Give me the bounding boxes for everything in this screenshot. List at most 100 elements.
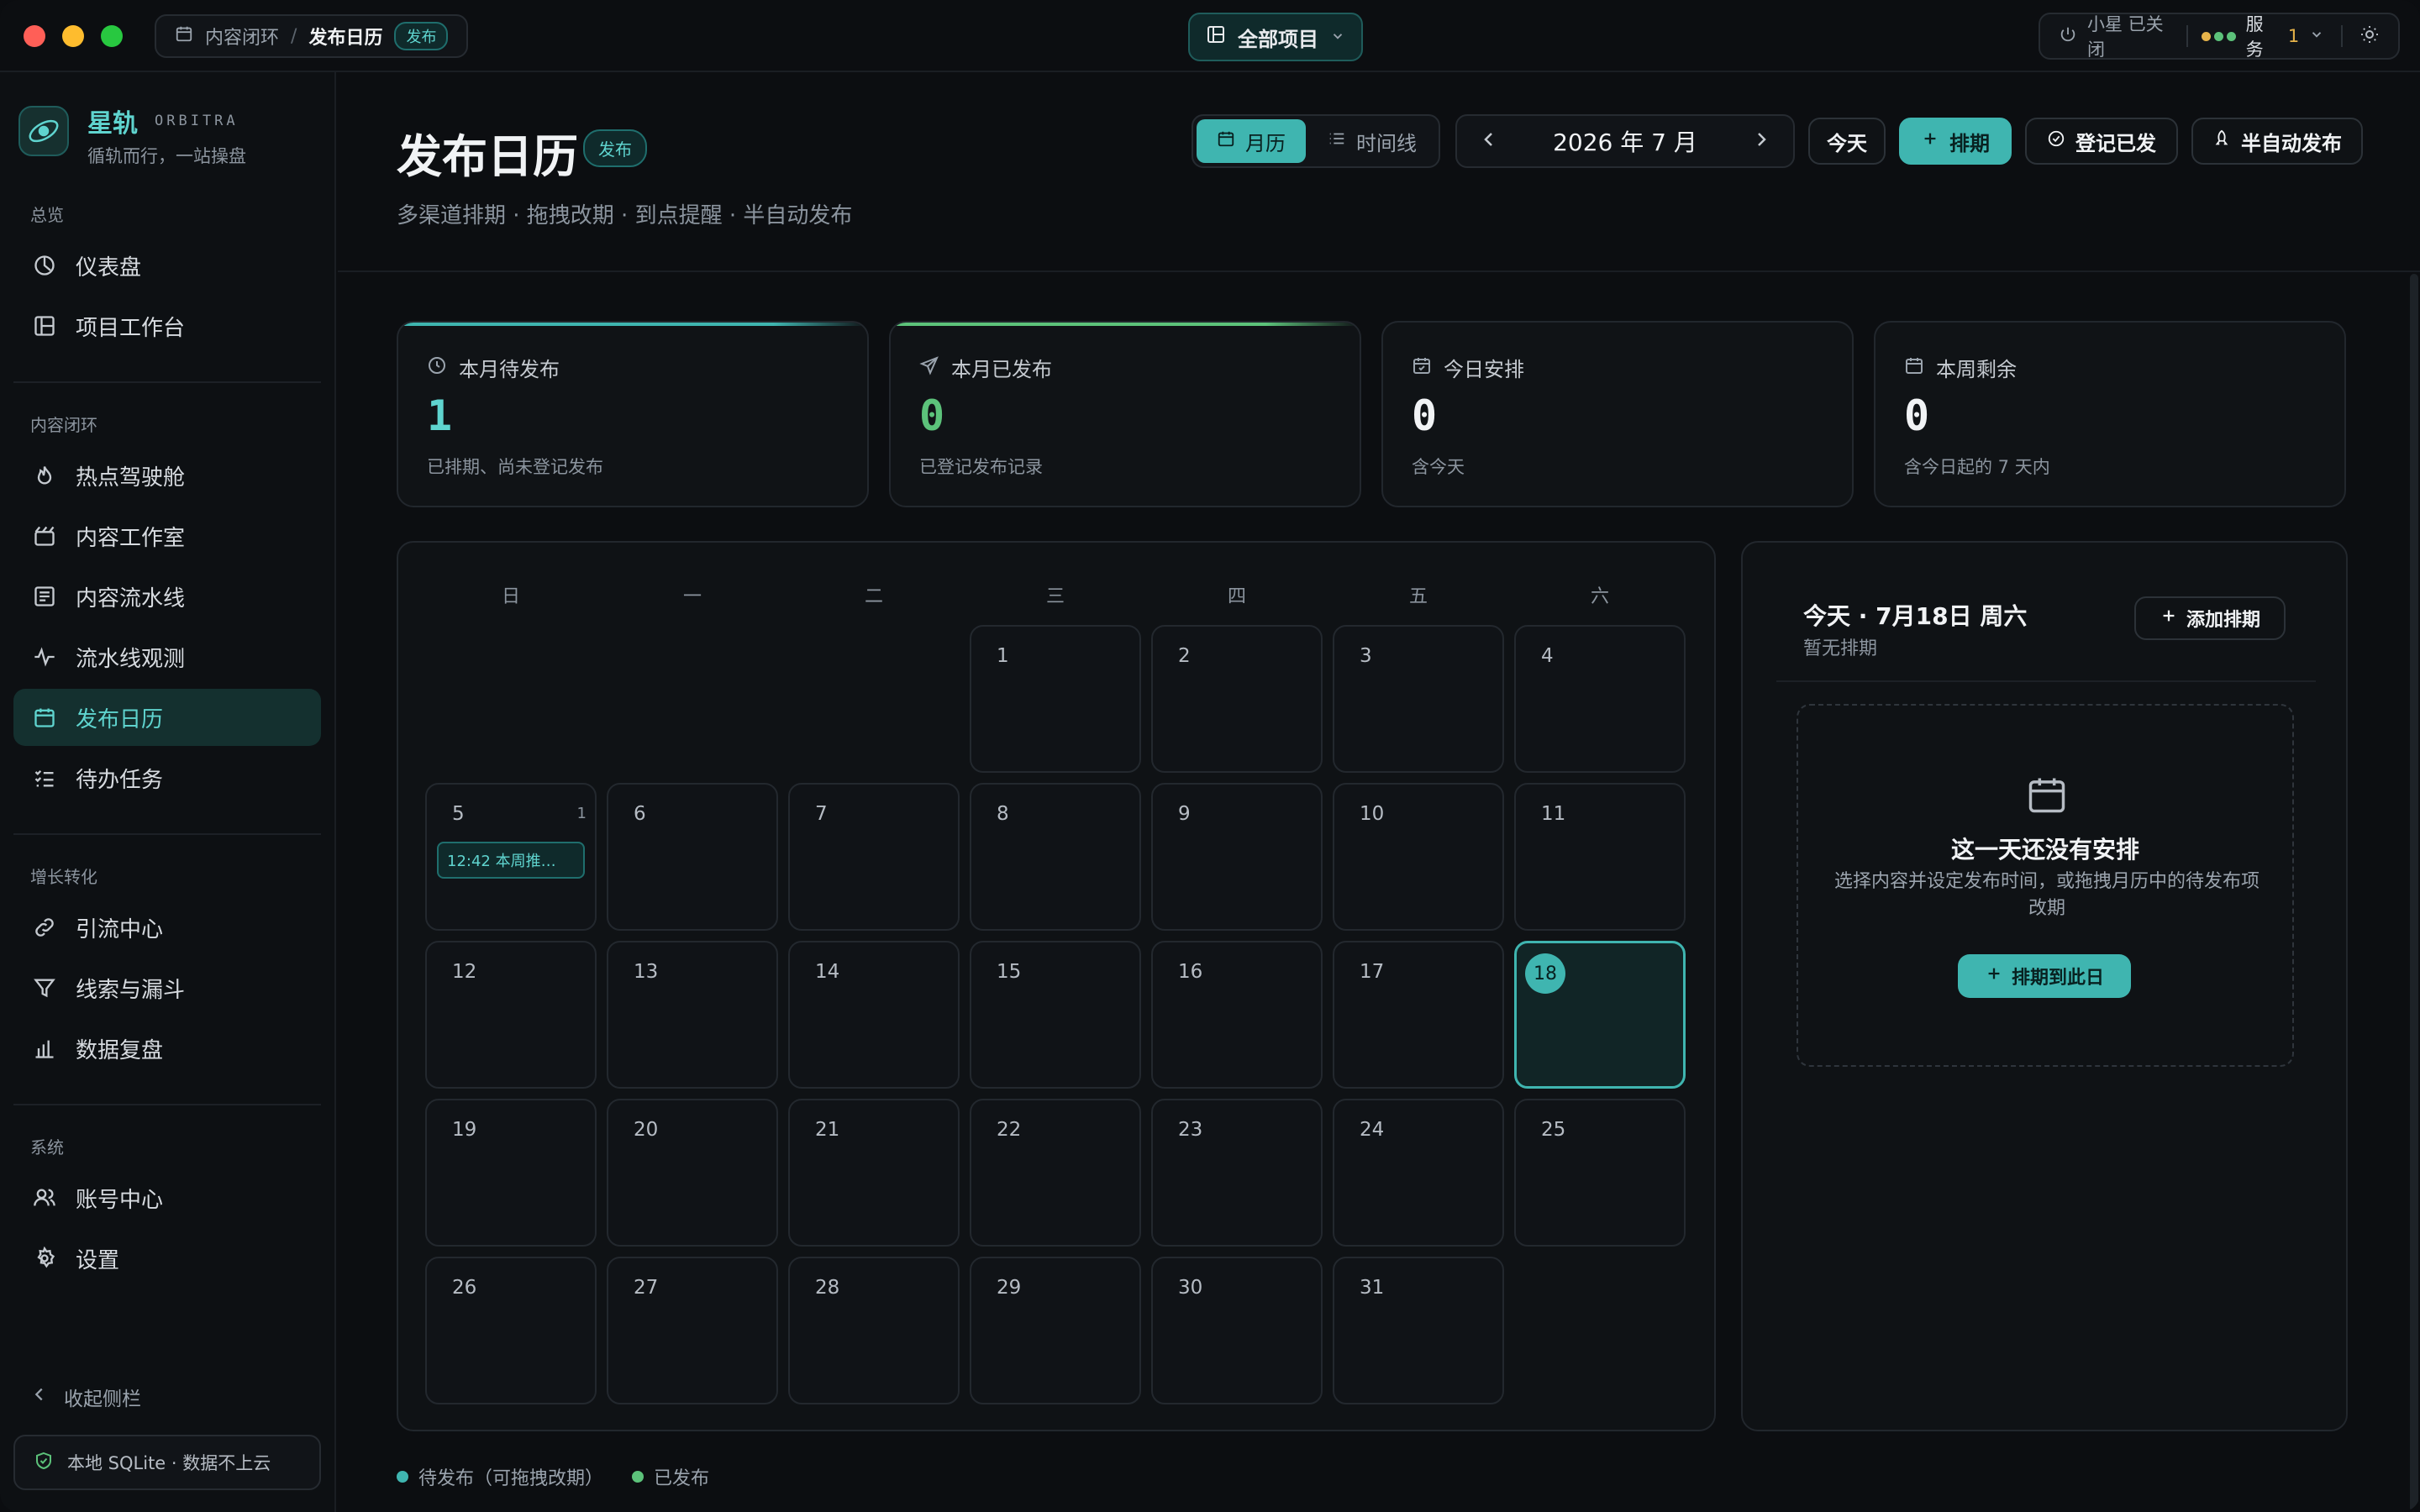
schedule-button[interactable]: 排期 [1899, 118, 2012, 165]
legend-item-pending: 待发布（可拖拽改期） [397, 1463, 603, 1490]
sidebar-item-label: 内容工作室 [76, 525, 186, 551]
calendar-day[interactable]: 22 [970, 1099, 1141, 1247]
sidebar-item-traffic[interactable]: 引流中心 [13, 899, 321, 956]
calendar-day[interactable]: 30 [1151, 1257, 1323, 1404]
sidebar-item-settings[interactable]: 设置 [13, 1230, 321, 1287]
tab-month-view[interactable]: 月历 [1197, 119, 1306, 163]
status-bar: 小星 已关闭 服务 1 [2039, 13, 2400, 60]
calendar-day[interactable]: 20 [607, 1099, 778, 1247]
calendar-day[interactable]: 13 [607, 941, 778, 1089]
sidebar-item-hotspot[interactable]: 热点驾驶舱 [13, 447, 321, 504]
calendar-day[interactable]: 28 [788, 1257, 960, 1404]
month-calendar: 日一二三四五六 1 2 3 4 5 1 12:42 本周推… 6 7 8 9 10 11 12 13 14 15 1… [397, 541, 1716, 1431]
service-label[interactable]: 服务 [2246, 11, 2278, 61]
shield-check-icon [34, 1451, 54, 1475]
calendar-day[interactable]: 25 [1514, 1099, 1686, 1247]
local-storage-note: 本地 SQLite · 数据不上云 [67, 1453, 271, 1473]
workspace-icon [32, 313, 57, 339]
chevron-down-icon[interactable] [2309, 26, 2324, 46]
calendar-day[interactable]: 11 [1514, 783, 1686, 931]
day-number: 25 [1541, 1119, 1566, 1141]
brand-name-en: ORBITRA [155, 113, 239, 129]
calendar-day[interactable]: 31 [1333, 1257, 1504, 1404]
calendar-day[interactable]: 5 1 12:42 本周推… [425, 783, 597, 931]
sidebar-item-studio[interactable]: 内容工作室 [13, 507, 321, 564]
current-month-label: 2026 年 7 月 [1553, 129, 1697, 156]
calendar-day[interactable]: 26 [425, 1257, 597, 1404]
day-number: 15 [997, 961, 1022, 983]
breadcrumb-parent[interactable]: 内容闭环 [205, 23, 279, 50]
stat-label: 本月已发布 [951, 358, 1052, 381]
sidebar-item-label: 数据复盘 [76, 1037, 164, 1063]
list-icon [1328, 129, 1346, 153]
chevron-left-icon[interactable] [1479, 128, 1499, 155]
sun-icon[interactable] [2360, 24, 2380, 49]
calendar-day[interactable]: 23 [1151, 1099, 1323, 1247]
sidebar-item-observe[interactable]: 流水线观测 [13, 628, 321, 685]
calendar-day[interactable]: 7 [788, 783, 960, 931]
calendar-day[interactable]: 6 [607, 783, 778, 931]
calendar-day[interactable]: 10 [1333, 783, 1504, 931]
schedule-to-day-button[interactable]: 排期到此日 [1958, 954, 2131, 998]
day-event-count: 1 [576, 805, 587, 822]
calendar-day-today[interactable]: 18 [1514, 941, 1686, 1089]
calendar-day[interactable]: 15 [970, 941, 1141, 1089]
semi-auto-publish-button[interactable]: 半自动发布 [2191, 118, 2363, 165]
sidebar-item-workspace[interactable]: 项目工作台 [13, 297, 321, 354]
minimize-window-button[interactable] [62, 25, 84, 47]
day-number: 2 [1178, 645, 1191, 667]
sidebar-item-dashboard[interactable]: 仪表盘 [13, 237, 321, 294]
calendar-day[interactable]: 12 [425, 941, 597, 1089]
maximize-window-button[interactable] [101, 25, 123, 47]
add-schedule-button[interactable]: 添加排期 [2134, 596, 2286, 640]
day-number: 3 [1360, 645, 1372, 667]
day-number: 27 [634, 1277, 659, 1299]
tab-timeline-view[interactable]: 时间线 [1309, 119, 1435, 163]
calendar-day[interactable]: 1 [970, 625, 1141, 773]
calendar-day[interactable]: 8 [970, 783, 1141, 931]
calendar-day[interactable]: 21 [788, 1099, 960, 1247]
calendar-day[interactable]: 27 [607, 1257, 778, 1404]
calendar-day[interactable]: 4 [1514, 625, 1686, 773]
calendar-day[interactable]: 29 [970, 1257, 1141, 1404]
calendar-day[interactable]: 14 [788, 941, 960, 1089]
plus-icon [1985, 964, 2003, 988]
collapse-sidebar-button[interactable]: 收起侧栏 [30, 1383, 141, 1411]
today-button[interactable]: 今天 [1808, 118, 1886, 165]
stat-value: 0 [1412, 391, 1438, 440]
mark-published-button[interactable]: 登记已发 [2025, 118, 2178, 165]
sidebar-item-accounts[interactable]: 账号中心 [13, 1169, 321, 1226]
scheduled-item[interactable]: 12:42 本周推… [437, 842, 585, 879]
sidebar-item-label: 设置 [76, 1247, 120, 1273]
calendar-day[interactable]: 17 [1333, 941, 1504, 1089]
sidebar-item-label: 流水线观测 [76, 646, 186, 672]
stat-value: 0 [919, 391, 945, 440]
close-window-button[interactable] [24, 25, 45, 47]
check-circle-icon [2047, 129, 2065, 153]
power-icon[interactable] [2059, 25, 2077, 48]
calendar-day[interactable]: 24 [1333, 1099, 1504, 1247]
sidebar-item-calendar[interactable]: 发布日历 [13, 689, 321, 746]
calendar-day[interactable]: 9 [1151, 783, 1323, 931]
sidebar-item-label: 发布日历 [76, 706, 164, 732]
project-selector[interactable]: 全部项目 [1188, 13, 1363, 61]
day-number: 6 [634, 803, 646, 825]
stat-desc: 含今天 [1412, 457, 1465, 477]
project-selector-label: 全部项目 [1238, 27, 1318, 51]
sidebar-item-funnel[interactable]: 线索与漏斗 [13, 959, 321, 1016]
calendar-day[interactable]: 3 [1333, 625, 1504, 773]
calendar-day[interactable]: 19 [425, 1099, 597, 1247]
chevron-right-icon[interactable] [1751, 128, 1771, 155]
sidebar-item-tasks[interactable]: 待办任务 [13, 749, 321, 806]
day-number: 14 [815, 961, 840, 983]
sidebar-item-pipeline[interactable]: 内容流水线 [13, 568, 321, 625]
stat-value: 1 [427, 391, 453, 440]
users-icon [32, 1185, 57, 1210]
main-scrollbar[interactable] [2410, 274, 2418, 1512]
assistant-status[interactable]: 小星 已关闭 [2087, 11, 2173, 61]
page-badge: 发布 [583, 129, 647, 167]
calendar-day[interactable]: 16 [1151, 941, 1323, 1089]
sidebar-item-review[interactable]: 数据复盘 [13, 1020, 321, 1077]
stat-card-label-row: 本月已发布 [919, 353, 1052, 382]
calendar-day[interactable]: 2 [1151, 625, 1323, 773]
